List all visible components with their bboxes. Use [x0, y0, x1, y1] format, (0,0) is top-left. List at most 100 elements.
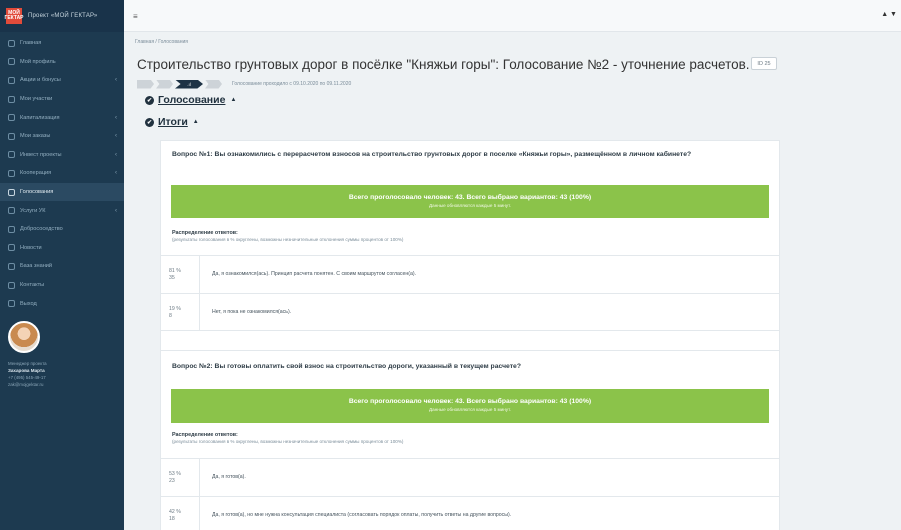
- sidebar-item-label: Контакты: [20, 282, 45, 289]
- section-voting-label: Голосование: [158, 94, 226, 106]
- news-icon: [8, 244, 15, 252]
- sidebar-item-label: Капитализация: [20, 114, 60, 121]
- sidebar-item-label: Мои заказы: [20, 133, 51, 140]
- manager-phone[interactable]: +7 (495) 545-49-17: [8, 375, 124, 380]
- manager-card: Менеджер проекта Захарова Марта +7 (495)…: [0, 313, 124, 387]
- brand-logo-icon: МОЙ ГЕКТАР: [4, 8, 24, 24]
- voting-period: Голосование проходило с 09.10.2020 по 09…: [232, 81, 352, 87]
- section-voting-toggle[interactable]: ✔ Голосование ▲: [145, 94, 236, 106]
- page-title: Строительство грунтовых дорог в посёлке …: [137, 57, 750, 72]
- question-title: Вопрос №1: Вы ознакомились с перерасчето…: [172, 151, 692, 158]
- sidebar-item-contacts[interactable]: Контакты: [0, 276, 124, 295]
- hamburger-menu-icon[interactable]: ≡: [133, 12, 138, 21]
- check-circle-icon: ✔: [145, 117, 154, 127]
- sidebar-item-capitalization[interactable]: Капитализация ‹: [0, 108, 124, 127]
- topbar: ≡ ▲ ▼: [124, 0, 901, 32]
- map-icon: [8, 95, 15, 103]
- sidebar-item-label: Новости: [20, 244, 42, 251]
- sidebar-item-label: База знаний: [20, 263, 53, 270]
- caret-up-icon: ▲: [230, 97, 237, 103]
- ballot-icon: [8, 188, 15, 196]
- sidebar-item-invest[interactable]: Инвест проекты ‹: [0, 146, 124, 165]
- answer-stats: 53 % 23: [169, 471, 199, 484]
- sidebar-item-plots[interactable]: Мои участки: [0, 90, 124, 109]
- row-divider: [199, 294, 200, 330]
- sidebar-item-label: Голосования: [20, 189, 54, 196]
- sidebar: МОЙ ГЕКТАР Проект «МОЙ ГЕКТАР» Главная М…: [0, 0, 124, 530]
- sidebar-item-promotions[interactable]: Акции и бонусы ‹: [0, 71, 124, 90]
- breadcrumb[interactable]: Главная / Голосования: [135, 39, 188, 45]
- handshake-icon: [8, 169, 15, 177]
- logout-icon: [8, 300, 15, 308]
- row-divider: [199, 256, 200, 293]
- sidebar-item-label: Мой профиль: [20, 58, 56, 65]
- chevron-left-icon: ‹: [115, 170, 117, 177]
- sidebar-item-label: Акции и бонусы: [20, 77, 61, 84]
- answer-row: 19 % 8 Нет, я пока не ознакомился(ась).: [161, 293, 779, 331]
- briefcase-icon: [8, 151, 15, 159]
- row-divider: [199, 459, 200, 496]
- main-content: Главная / Голосования Строительство грун…: [124, 32, 901, 530]
- tools-icon: [8, 207, 15, 215]
- section-results-toggle[interactable]: ✔ Итоги ▲: [145, 116, 199, 128]
- chevron-left-icon: ‹: [115, 77, 117, 84]
- sidebar-item-label: Услуги УК: [20, 207, 46, 214]
- question-card: Вопрос №2: Вы готовы оплатить свой взнос…: [160, 350, 780, 530]
- manager-name: Захарова Марта: [8, 367, 45, 373]
- answer-row: 53 % 23 Да, я готов(а).: [161, 458, 779, 496]
- sidebar-item-voting[interactable]: Голосования: [0, 182, 124, 202]
- grid-icon: [8, 39, 15, 47]
- gift-icon: [8, 76, 15, 84]
- step-indicator: [156, 79, 173, 89]
- chevron-left-icon: ‹: [115, 207, 117, 214]
- manager-email[interactable]: zak@mojgektar.ru: [8, 382, 124, 387]
- sidebar-item-news[interactable]: Новости: [0, 239, 124, 258]
- avatar: [8, 320, 40, 353]
- sidebar-item-neighbors[interactable]: Добрососедство: [0, 220, 124, 239]
- distribution-note: (результаты голосования в % округлены, в…: [172, 439, 404, 444]
- sidebar-item-orders[interactable]: Мои заказы ‹: [0, 127, 124, 146]
- answer-stats: 81 % 35: [169, 268, 199, 281]
- user-icon: [8, 58, 15, 66]
- vote-update-note: Данные обновляются каждые 5 минут.: [429, 203, 511, 208]
- brand[interactable]: МОЙ ГЕКТАР Проект «МОЙ ГЕКТАР»: [0, 0, 124, 32]
- answer-text: Да, я готов(а), но мне нужна консультаци…: [212, 512, 512, 518]
- sidebar-item-services[interactable]: Услуги УК ‹: [0, 201, 124, 220]
- book-icon: [8, 262, 15, 270]
- heart-icon: [8, 225, 15, 233]
- sidebar-item-label: Выход: [20, 300, 37, 307]
- sidebar-item-label: Кооперация: [20, 170, 52, 177]
- phone-icon: [8, 281, 15, 289]
- caret-up-icon: ▲: [192, 119, 199, 125]
- brand-title: Проект «МОЙ ГЕКТАР»: [28, 13, 98, 19]
- question-title: Вопрос №2: Вы готовы оплатить свой взнос…: [172, 363, 521, 370]
- sidebar-item-logout[interactable]: Выход: [0, 294, 124, 313]
- chevron-left-icon: ‹: [115, 114, 117, 121]
- sidebar-item-cooperation[interactable]: Кооперация ‹: [0, 164, 124, 183]
- sidebar-item-profile[interactable]: Мой профиль: [0, 53, 124, 72]
- sidebar-nav: Главная Мой профиль Акции и бонусы ‹ Мои …: [0, 32, 124, 313]
- vote-summary-text: Всего проголосовало человек: 43. Всего в…: [348, 194, 592, 201]
- row-divider: [199, 497, 200, 530]
- chevron-left-icon: ‹: [115, 151, 117, 158]
- notification-icon[interactable]: ▲ ▼: [881, 11, 897, 18]
- sidebar-item-label: Добрососедство: [20, 226, 63, 233]
- answer-text: Да, я готов(а).: [212, 474, 246, 480]
- vote-update-note: Данные обновляются каждые 5 минут.: [429, 407, 511, 412]
- sidebar-item-knowledge[interactable]: База знаний: [0, 257, 124, 276]
- vote-summary-banner: Всего проголосовало человек: 43. Всего в…: [171, 389, 769, 423]
- answer-count: 8: [169, 312, 172, 319]
- chevron-left-icon: ‹: [115, 133, 117, 140]
- vote-summary-banner: Всего проголосовало человек: 43. Всего в…: [171, 185, 769, 218]
- id-badge: ID 25: [751, 57, 777, 70]
- answer-count: 18: [169, 515, 175, 522]
- sidebar-item-home[interactable]: Главная: [0, 34, 124, 53]
- vote-summary-text: Всего проголосовало человек: 43. Всего в…: [348, 398, 592, 405]
- section-results-label: Итоги: [158, 116, 188, 128]
- step-indicator: [137, 79, 154, 89]
- answer-text: Нет, я пока не ознакомился(ась).: [212, 309, 292, 315]
- manager-role: Менеджер проекта: [8, 360, 47, 366]
- answer-count: 23: [169, 477, 175, 484]
- step-current-results-icon: .ıl: [175, 79, 203, 89]
- voting-steps: .ıl Голосование проходило с 09.10.2020 п…: [137, 79, 351, 89]
